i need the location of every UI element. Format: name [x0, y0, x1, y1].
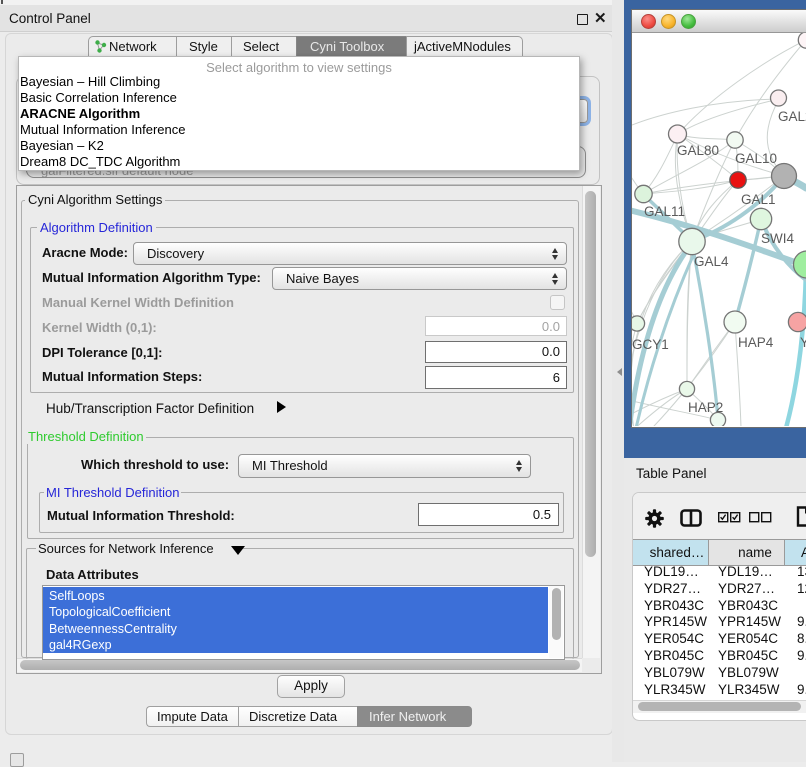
svg-text:GAL10: GAL10: [735, 151, 777, 166]
svg-text:HAP4: HAP4: [738, 335, 774, 350]
svg-text:HAP2: HAP2: [688, 400, 723, 415]
svg-text:GAL2: GAL2: [778, 109, 806, 124]
svg-text:GAL4: GAL4: [694, 254, 729, 269]
svg-text:GCY1: GCY1: [632, 337, 669, 352]
svg-text:GAL11: GAL11: [644, 204, 685, 219]
svg-text:Y: Y: [800, 335, 806, 350]
svg-text:GAL80: GAL80: [677, 143, 719, 158]
svg-text:SWI4: SWI4: [761, 231, 794, 246]
svg-text:GAL1: GAL1: [741, 192, 776, 207]
